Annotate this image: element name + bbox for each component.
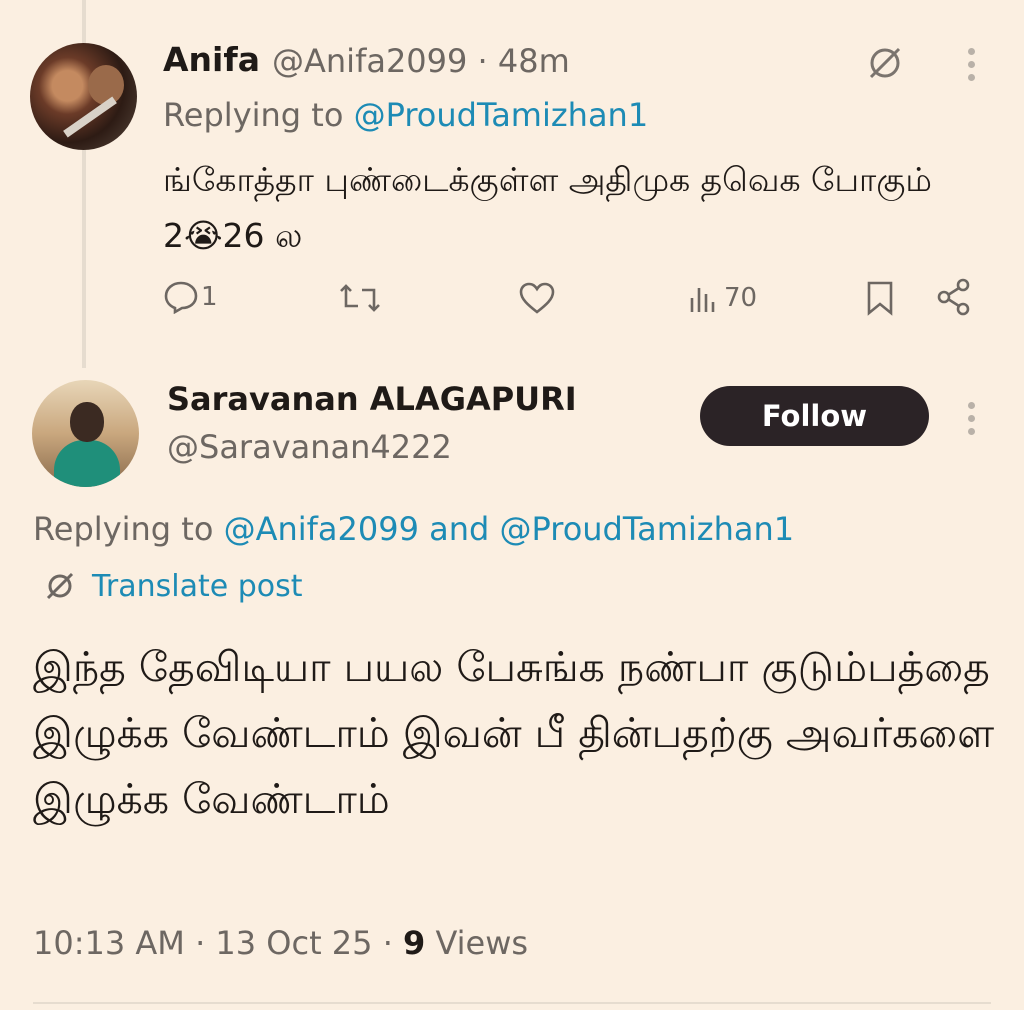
views-count: 9	[403, 924, 426, 962]
repost-icon	[340, 284, 380, 312]
author-handle[interactable]: @Saravanan4222	[167, 428, 452, 466]
share-icon	[937, 278, 970, 316]
follow-button[interactable]: Follow	[700, 386, 929, 446]
post-time[interactable]: 10:13 AM	[33, 924, 185, 962]
views-icon	[690, 288, 715, 312]
more-vertical-icon[interactable]	[968, 402, 976, 441]
translate-icon[interactable]	[862, 40, 908, 90]
author-handle[interactable]: @Anifa2099	[272, 42, 467, 80]
avatar-figure	[88, 65, 124, 105]
meta-separator: ·	[382, 924, 404, 962]
translate-post-label: Translate post	[92, 568, 303, 604]
avatar-saravanan[interactable]	[32, 380, 139, 487]
author-name[interactable]: Anifa	[163, 40, 260, 79]
post-time[interactable]: 48m	[498, 42, 570, 80]
reply-button[interactable]: 1	[163, 280, 218, 314]
tweet-text: ங்கோத்தா புண்டைக்குள்ள அதிமுக தவெக போகும…	[163, 160, 932, 255]
author-meta: @Anifa2099 · 48m	[272, 42, 570, 80]
avatar-figure	[54, 440, 120, 487]
replying-to-link[interactable]: @ProudTamizhan1	[354, 96, 649, 134]
bookmark-button[interactable]	[864, 280, 896, 316]
replying-prefix: Replying to	[163, 96, 344, 134]
view-count: 70	[724, 283, 758, 313]
bookmark-icon	[867, 281, 893, 316]
meta-separator: ·	[477, 42, 498, 80]
post-date[interactable]: 13 Oct 25	[215, 924, 372, 962]
like-button[interactable]	[518, 281, 556, 315]
reply-count: 1	[201, 282, 218, 312]
meta-separator: ·	[195, 924, 216, 962]
avatar-detail	[63, 96, 117, 138]
avatar-anifa[interactable]	[30, 43, 137, 150]
heart-icon	[519, 282, 555, 314]
translate-icon	[46, 572, 74, 600]
reply-icon	[164, 281, 198, 314]
replying-to-line: Replying to @ProudTamizhan1	[163, 96, 648, 134]
views-button[interactable]: 70	[688, 282, 757, 314]
views-label: Views	[435, 924, 529, 962]
post-footer: 10:13 AM · 13 Oct 25 · 9 Views	[33, 924, 528, 962]
replying-and: and	[429, 510, 490, 548]
avatar-detail	[70, 402, 104, 442]
divider	[33, 1002, 991, 1004]
replying-to-link[interactable]: @ProudTamizhan1	[500, 510, 795, 548]
more-vertical-icon[interactable]	[968, 48, 976, 87]
translate-post-link[interactable]: Translate post	[42, 568, 303, 604]
share-button[interactable]	[936, 278, 972, 316]
replying-to-line: Replying to @Anifa2099 and @ProudTamizha…	[33, 510, 794, 548]
replying-prefix: Replying to	[33, 510, 214, 548]
author-name[interactable]: Saravanan ALAGAPURI	[167, 380, 577, 418]
repost-button[interactable]	[338, 282, 382, 314]
replying-to-link[interactable]: @Anifa2099	[224, 510, 419, 548]
tweet-text: இந்த தேவிடியா பயல பேசுங்க நண்பா குடும்பத…	[33, 643, 995, 823]
